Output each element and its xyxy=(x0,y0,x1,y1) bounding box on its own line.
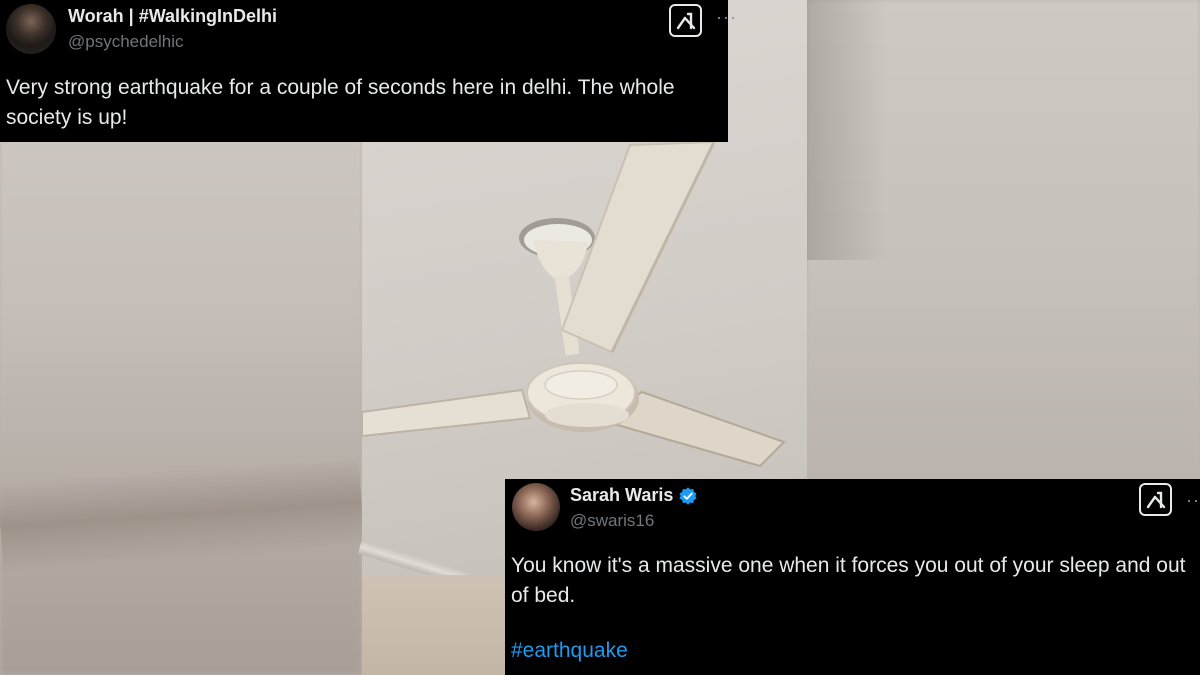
user-handle[interactable]: @psychedelhic xyxy=(68,32,184,52)
fan-blade-left xyxy=(362,388,532,438)
hashtag-link[interactable]: #earthquake xyxy=(511,639,628,663)
tweet-card-sarah-waris[interactable]: Sarah Waris @swaris16 ··· You know it's … xyxy=(505,479,1200,675)
fan-motor-cap xyxy=(544,370,618,400)
more-options-icon[interactable]: ··· xyxy=(716,8,737,26)
tweet-card-worah[interactable]: Worah | #WalkingInDelhi @psychedelhic ··… xyxy=(0,0,736,142)
more-options-icon[interactable]: ··· xyxy=(1186,491,1200,509)
display-name-row[interactable]: Sarah Waris xyxy=(570,485,698,506)
display-name[interactable]: Sarah Waris xyxy=(570,485,673,506)
display-name[interactable]: Worah | #WalkingInDelhi xyxy=(68,6,277,27)
user-handle[interactable]: @swaris16 xyxy=(570,511,654,531)
avatar[interactable] xyxy=(512,483,560,531)
fan-motor-base xyxy=(545,403,629,427)
blurred-right-shade xyxy=(807,0,887,260)
avatar[interactable] xyxy=(6,4,56,54)
tweet-text: You know it's a massive one when it forc… xyxy=(511,554,1186,607)
verified-badge-icon xyxy=(679,486,697,505)
grok-icon[interactable] xyxy=(669,4,702,37)
tweet-text: Very strong earthquake for a couple of s… xyxy=(6,76,675,129)
grok-icon[interactable] xyxy=(1139,483,1172,516)
